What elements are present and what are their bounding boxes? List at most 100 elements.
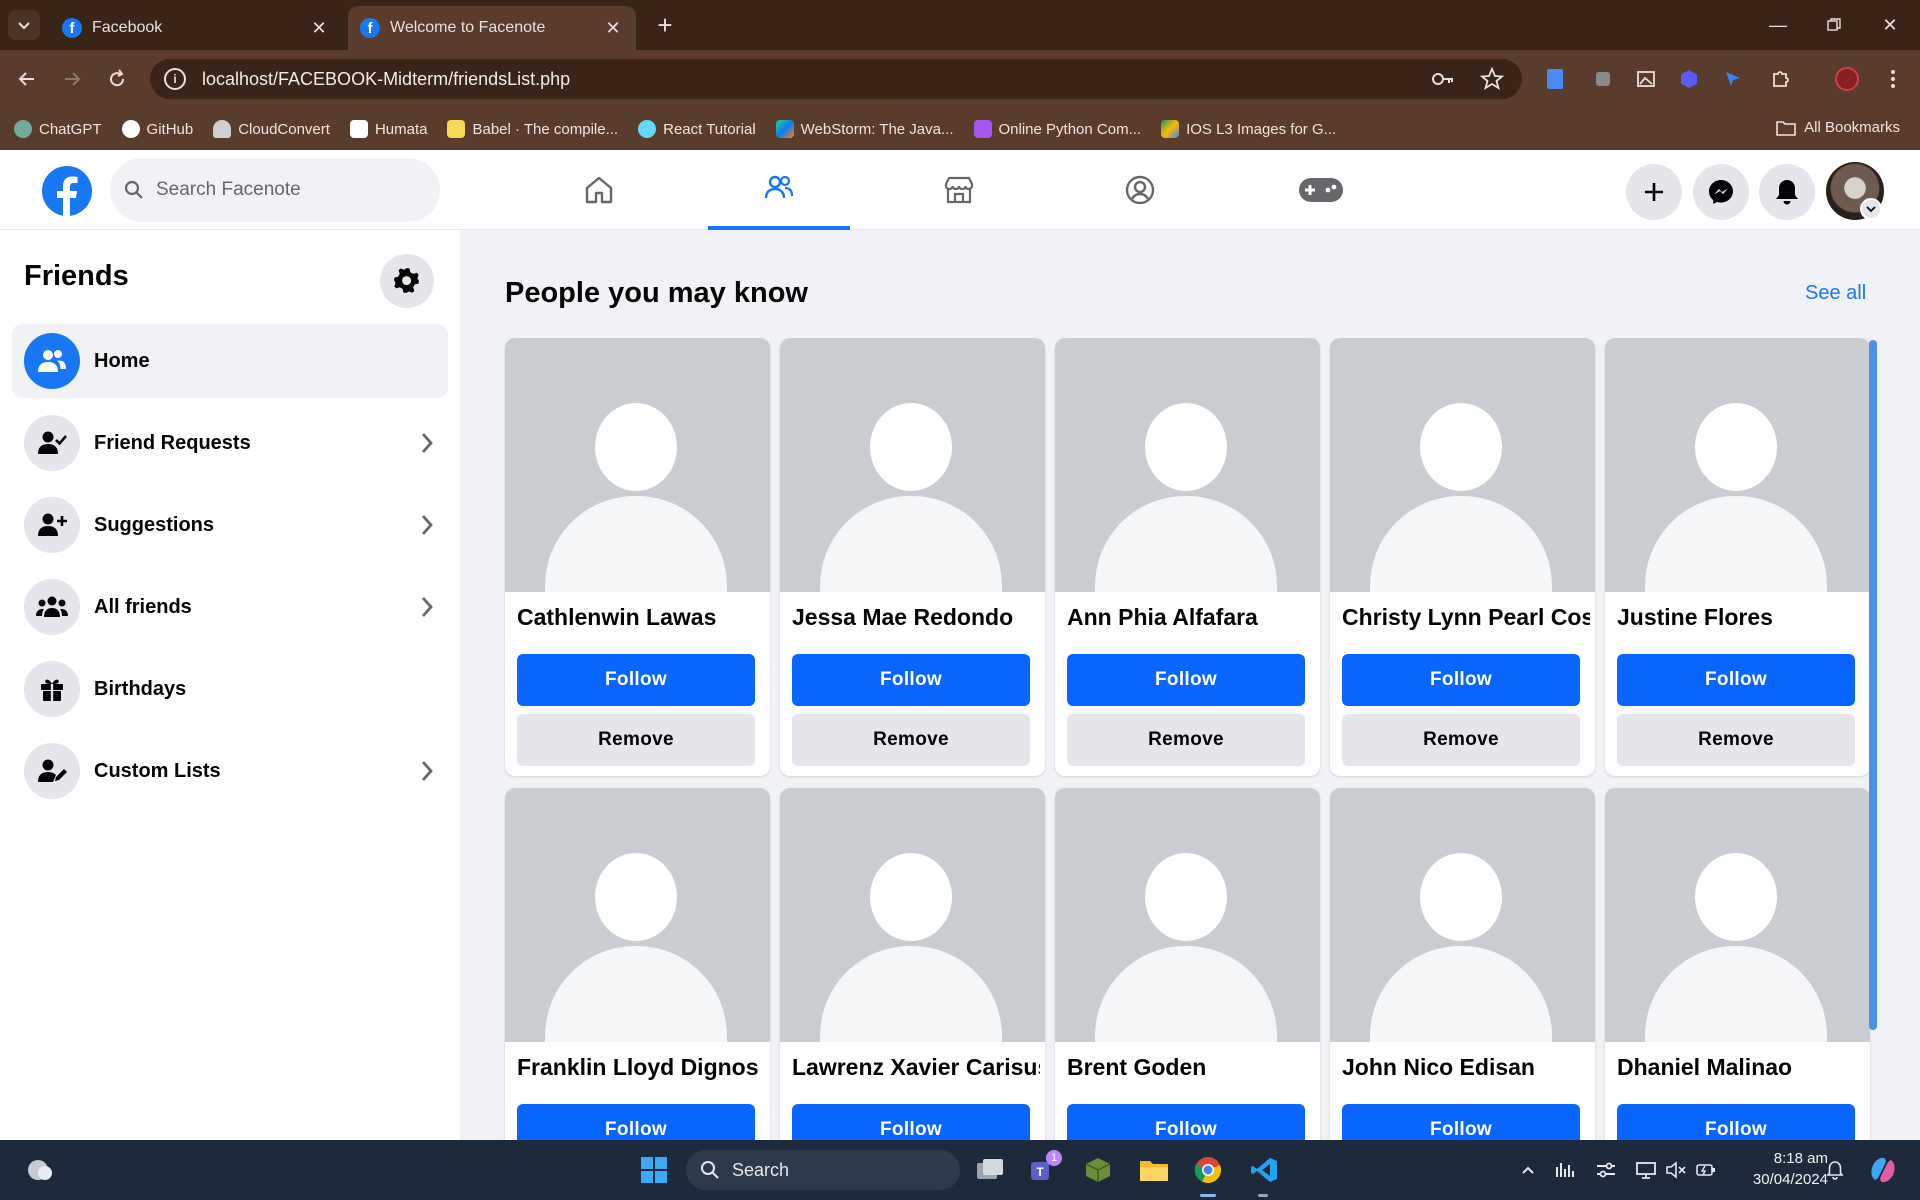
person-name[interactable]: John Nico Edisan [1342, 1054, 1590, 1081]
person-card[interactable]: Christy Lynn Pearl Cos Follow Remove [1330, 338, 1595, 776]
password-key-icon[interactable] [1430, 66, 1456, 92]
volume-muted-icon[interactable] [1664, 1158, 1688, 1182]
profile-photo-placeholder[interactable] [1605, 788, 1870, 1042]
notification-bell-icon[interactable] [1823, 1158, 1847, 1182]
tab-welcome-to-facenote[interactable]: f Welcome to Facenote ✕ [348, 6, 636, 50]
follow-button[interactable]: Follow [1067, 654, 1305, 706]
profile-photo-placeholder[interactable] [1605, 338, 1870, 592]
sidebar-item-all-friends[interactable]: All friends [12, 570, 448, 644]
all-bookmarks-button[interactable]: All Bookmarks [1776, 119, 1900, 136]
tab-search-button[interactable] [8, 10, 40, 40]
audio-meter-icon[interactable] [1554, 1158, 1578, 1182]
person-name[interactable]: Brent Goden [1067, 1054, 1315, 1081]
facebook-logo-icon[interactable] [42, 166, 92, 216]
battery-icon[interactable] [1694, 1158, 1718, 1182]
sidebar-item-suggestions[interactable]: Suggestions [12, 488, 448, 562]
profile-photo-placeholder[interactable] [505, 338, 770, 592]
person-card[interactable]: Dhaniel Malinao Follow Remove [1605, 788, 1870, 1140]
url-text[interactable]: localhost/FACEBOOK-Midterm/friendsList.p… [202, 69, 1430, 90]
profile-photo-placeholder[interactable] [780, 788, 1045, 1042]
search-input[interactable] [156, 179, 416, 201]
remove-button[interactable]: Remove [1342, 714, 1580, 766]
person-card[interactable]: Lawrenz Xavier Carisus Follow Remove [780, 788, 1045, 1140]
copilot-icon[interactable] [1866, 1153, 1900, 1187]
person-name[interactable]: Franklin Lloyd Dignos [517, 1054, 765, 1081]
window-close-icon[interactable]: ✕ [1870, 8, 1910, 42]
bookmark-react-tutorial[interactable]: React Tutorial [638, 120, 756, 138]
person-name[interactable]: Christy Lynn Pearl Cos [1342, 604, 1590, 631]
weather-icon[interactable] [20, 1150, 60, 1190]
extension-cursor-icon[interactable] [1720, 66, 1746, 92]
follow-button[interactable]: Follow [1617, 654, 1855, 706]
follow-button[interactable]: Follow [1342, 654, 1580, 706]
close-icon[interactable]: ✕ [308, 18, 330, 39]
clock[interactable]: 8:18 am 30/04/2024 [1738, 1148, 1828, 1190]
nav-gaming[interactable] [1250, 150, 1392, 230]
bookmark-online-python[interactable]: Online Python Com... [973, 120, 1141, 138]
sidebar-item-friend-requests[interactable]: Friend Requests [12, 406, 448, 480]
person-card[interactable]: John Nico Edisan Follow Remove [1330, 788, 1595, 1140]
person-card[interactable]: Cathlenwin Lawas Follow Remove [505, 338, 770, 776]
remove-button[interactable]: Remove [517, 714, 755, 766]
friends-settings-button[interactable] [380, 254, 434, 308]
teams-icon[interactable]: T 1 [1024, 1150, 1064, 1190]
remove-button[interactable]: Remove [1617, 714, 1855, 766]
back-button[interactable] [10, 62, 44, 96]
file-explorer-icon[interactable] [1134, 1150, 1174, 1190]
tray-overflow-chevron-icon[interactable] [1516, 1158, 1540, 1182]
nav-friends[interactable] [708, 150, 850, 230]
person-name[interactable]: Lawrenz Xavier Carisus [792, 1054, 1040, 1081]
sidebar-item-home[interactable]: Home [12, 324, 448, 398]
profile-photo-placeholder[interactable] [1330, 338, 1595, 592]
nav-marketplace[interactable] [888, 150, 1030, 230]
remove-button[interactable]: Remove [1067, 714, 1305, 766]
profile-photo-placeholder[interactable] [505, 788, 770, 1042]
extension-pen-icon[interactable] [1590, 66, 1616, 92]
follow-button[interactable]: Follow [517, 654, 755, 706]
profile-photo-placeholder[interactable] [780, 338, 1045, 592]
scrollbar-thumb[interactable] [1869, 340, 1877, 1030]
minimize-icon[interactable]: — [1758, 8, 1798, 42]
account-menu-chevron-icon[interactable] [1860, 198, 1882, 220]
extension-image-icon[interactable] [1633, 66, 1659, 92]
reload-button[interactable] [100, 62, 134, 96]
person-card[interactable]: Justine Flores Follow Remove [1605, 338, 1870, 776]
forward-button[interactable] [55, 62, 89, 96]
chrome-icon[interactable] [1188, 1150, 1228, 1197]
create-button[interactable] [1626, 164, 1682, 220]
person-name[interactable]: Ann Phia Alfafara [1067, 604, 1315, 631]
messenger-button[interactable] [1693, 164, 1749, 220]
person-card[interactable]: Ann Phia Alfafara Follow Remove [1055, 338, 1320, 776]
notifications-button[interactable] [1759, 164, 1815, 220]
profile-photo-placeholder[interactable] [1055, 338, 1320, 592]
person-name[interactable]: Cathlenwin Lawas [517, 604, 765, 631]
address-bar[interactable]: i localhost/FACEBOOK-Midterm/friendsList… [150, 59, 1522, 99]
task-view-icon[interactable] [970, 1150, 1010, 1190]
bookmark-star-icon[interactable] [1480, 67, 1504, 91]
search-bar[interactable] [110, 158, 440, 222]
extension-docs-icon[interactable] [1542, 66, 1568, 92]
sidebar-item-custom-lists[interactable]: Custom Lists [12, 734, 448, 808]
follow-button[interactable]: Follow [1617, 1104, 1855, 1140]
bookmark-chatgpt[interactable]: ChatGPT [14, 120, 102, 138]
see-all-link[interactable]: See all [1805, 282, 1866, 305]
profile-photo-placeholder[interactable] [1055, 788, 1320, 1042]
network-icon[interactable] [1634, 1158, 1658, 1182]
follow-button[interactable]: Follow [1342, 1104, 1580, 1140]
bookmark-github[interactable]: GitHub [121, 120, 193, 138]
start-windows-icon[interactable] [634, 1150, 674, 1190]
bookmark-webstorm[interactable]: WebStorm: The Java... [775, 120, 954, 138]
tab-facebook[interactable]: f Facebook ✕ [50, 6, 342, 50]
taskbar-search[interactable]: Search [686, 1150, 960, 1190]
nav-profile[interactable] [1069, 150, 1211, 230]
profile-photo-placeholder[interactable] [1330, 788, 1595, 1042]
sidebar-item-birthdays[interactable]: Birthdays [12, 652, 448, 726]
minecraft-icon[interactable] [1078, 1150, 1118, 1190]
follow-button[interactable]: Follow [1067, 1104, 1305, 1140]
person-card[interactable]: Jessa Mae Redondo Follow Remove [780, 338, 1045, 776]
follow-button[interactable]: Follow [792, 1104, 1030, 1140]
bookmark-cloudconvert[interactable]: CloudConvert [213, 120, 330, 138]
follow-button[interactable]: Follow [517, 1104, 755, 1140]
restore-icon[interactable] [1814, 8, 1854, 42]
site-info-icon[interactable]: i [164, 68, 186, 90]
